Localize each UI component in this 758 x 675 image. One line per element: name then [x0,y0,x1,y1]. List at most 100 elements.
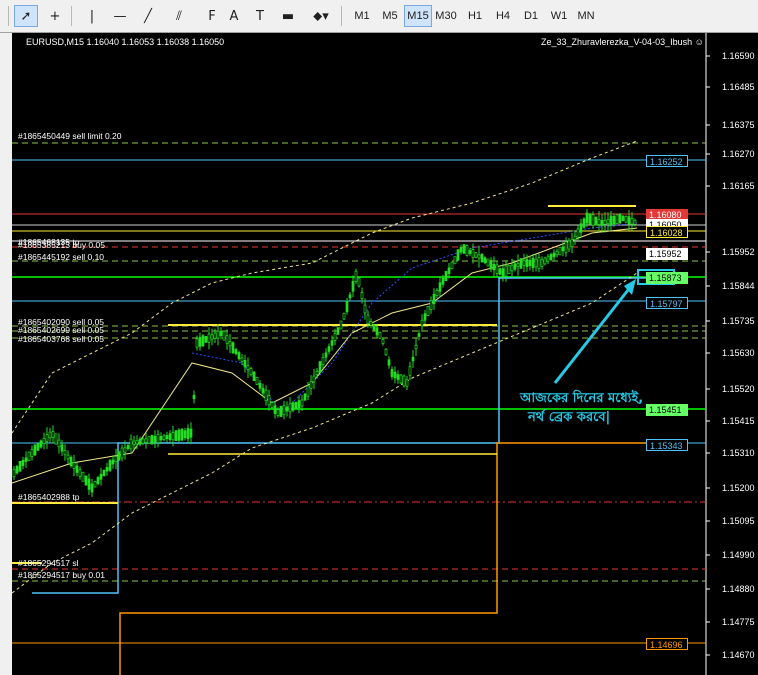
candle-body [102,469,106,477]
order-label[interactable]: #1865402988 tp [18,492,79,502]
price-tick-label: 1.14775 [722,617,755,627]
candle-body [84,475,88,486]
smiley-icon: ☺ [694,37,704,47]
candle-body [438,282,442,292]
candle-body [348,294,352,299]
timeframe-m30[interactable]: M30 [432,5,460,27]
trendline-icon[interactable]: ╱ [136,5,160,27]
candle-body [531,257,535,269]
price-tick-label: 1.15310 [722,448,755,458]
chart-canvas[interactable] [12,33,758,675]
order-label[interactable]: #1865294517 sl [18,558,79,568]
price-tick-label: 1.14990 [722,550,755,560]
candle-body [483,257,487,264]
order-label[interactable]: #1865445192 sell 0.10 [18,252,104,262]
order-label[interactable]: #1865450449 sell limit 0.20 [18,131,122,141]
crosshair-icon[interactable]: + [43,5,67,27]
candle-body [39,440,43,448]
candle-body [618,213,622,224]
candle-body [237,352,241,360]
drawing-toolbar: ➚ + | — ╱ ⫽ F A T ▬ ⬥▾ M1 M5 M15 M30 H1 H4 D1 W1 MN [0,0,758,33]
candle-body [507,264,511,275]
annotation-line-2: নর্থ ব্রেক করবে| [528,410,611,425]
fibonacci-icon[interactable]: F [200,5,224,27]
candle-body [549,254,553,260]
timeframe-m1[interactable]: M1 [348,5,376,27]
candle-body [525,258,529,268]
candle-body [489,260,493,270]
candle-body [168,433,172,441]
order-label[interactable]: #1865294517 buy 0.01 [18,570,105,580]
timeframe-m5[interactable]: M5 [376,5,404,27]
price-tick-label: 1.15735 [722,316,755,326]
level-label: 1.16252 [646,155,688,167]
arrows-dropdown-icon[interactable]: ⬥▾ [309,5,333,27]
timeframe-h1[interactable]: H1 [461,5,489,27]
candle-body [558,246,562,256]
price-chart[interactable]: EURUSD,M15 1.16040 1.16053 1.16038 1.160… [12,33,758,675]
candle-body [465,245,469,256]
candle-body [516,263,520,267]
candle-body [33,444,37,456]
level-label: 1.15343 [646,439,688,451]
candle-body [321,356,325,366]
order-label[interactable]: #1865403768 sell 0.05 [18,334,104,344]
price-tick-label: 1.16375 [722,120,755,130]
candle-body [597,219,601,225]
candle-body [444,270,448,282]
channel-icon[interactable]: ⫽ [167,5,191,27]
candle-body [552,252,556,258]
cursor-arrow-icon[interactable]: ➚ [14,5,38,27]
candle-body [360,292,364,299]
candle-body [576,228,580,238]
candle-body [477,254,481,259]
candle-body [453,256,457,265]
candle-body [627,216,631,225]
candle-body [408,366,412,376]
candle-body [411,356,415,362]
text-icon[interactable]: A [222,5,246,27]
rectangle-icon[interactable]: ▬ [276,5,300,27]
candle-body [573,235,577,241]
candle-body [309,381,313,389]
candle-body [147,436,151,444]
candle-body [87,478,91,490]
candle-body [441,277,445,285]
text-label-icon[interactable]: T [248,5,272,27]
candle-body [246,365,250,370]
candle-body [72,462,76,469]
horizontal-line-icon[interactable]: — [108,5,132,27]
candle-body [54,433,58,445]
expert-advisor-name: Ze_33_Zhuravlerezka_V-04-03_Ibush [541,37,693,47]
level-label: 1.15797 [646,297,688,309]
candle-body [51,431,55,438]
price-tick-label: 1.15844 [722,281,755,291]
candle-body [24,457,28,462]
price-tick-label: 1.15095 [722,516,755,526]
candle-body [357,277,361,287]
candle-body [279,405,283,417]
timeframe-m15[interactable]: M15 [404,5,432,27]
vertical-line-icon[interactable]: | [80,5,104,27]
candle-body [462,244,466,254]
candle-body [591,214,595,226]
candle-body [633,220,637,225]
timeframe-d1[interactable]: D1 [517,5,545,27]
candle-body [201,335,205,346]
timeframe-w1[interactable]: W1 [545,5,573,27]
lower-band [12,272,638,594]
candle-body [492,263,496,271]
order-label[interactable]: #1865385213 buy 0.05 [18,240,105,250]
price-tick-label: 1.16165 [722,181,755,191]
candle-body [273,405,277,415]
candle-body [285,406,289,412]
candle-body [315,370,319,376]
candle-body [117,451,121,461]
candle-body [528,259,532,267]
candle-body [15,466,19,474]
timeframe-h4[interactable]: H4 [489,5,517,27]
candle-body [57,439,61,448]
candle-body [471,249,475,258]
timeframe-mn[interactable]: MN [572,5,600,27]
annotation-arrow-shaft [553,284,634,384]
